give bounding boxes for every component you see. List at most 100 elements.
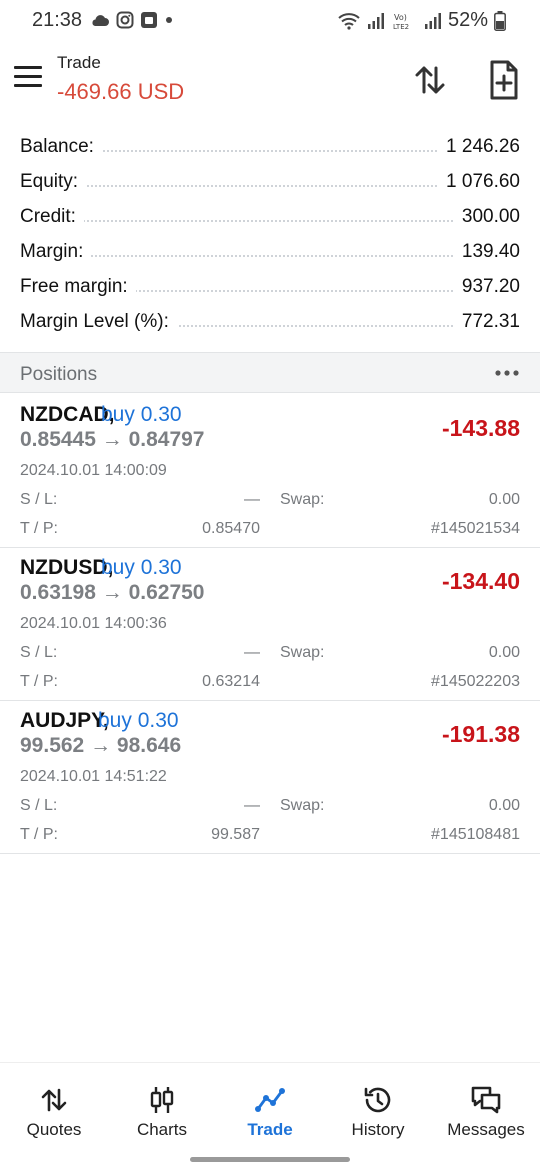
status-time: 21:38 [32,9,83,31]
candlestick-icon [150,1087,174,1113]
gesture-handle[interactable] [190,1157,350,1162]
nav-label: Quotes [26,1120,82,1139]
tp-label: T / P: [20,520,58,537]
signal-icon [367,12,384,29]
trade-line-icon [255,1088,285,1112]
position-type: buy 0.30 [101,556,182,579]
position-row[interactable]: NZDCAD, buy 0.30 0.85445 → 0.84797 -143.… [0,394,540,548]
nav-trade[interactable]: Trade [216,1063,324,1153]
sl-value: — [244,797,260,814]
sort-icon[interactable] [410,60,450,100]
ticket-number: #145108481 [431,826,520,843]
position-type: buy 0.30 [98,709,179,732]
tp-value: 0.85470 [202,520,260,537]
nav-label: Charts [136,1120,188,1139]
position-symbol: AUDJPY, [20,709,109,732]
position-profit: -191.38 [441,721,520,747]
trade-header: Trade -469.66 USD [0,42,540,120]
summary-label: Margin Level (%): [20,311,177,333]
nav-label: History [351,1120,405,1139]
menu-icon[interactable] [14,66,42,88]
svg-text:Vo): Vo) [394,13,407,22]
position-prices: 0.63198 → 0.62750 [20,581,205,604]
wifi-icon [338,12,360,30]
position-row[interactable]: AUDJPY, buy 0.30 99.562 → 98.646 -191.38… [0,700,540,854]
summary-row-balance: Balance: 1 246.26 [0,128,540,163]
sl-label: S / L: [20,797,58,814]
swap-label: Swap: [280,644,325,661]
position-symbol: NZDUSD, [20,556,114,579]
summary-label: Free margin: [20,276,136,298]
svg-text:LTE2: LTE2 [393,23,409,30]
messages-icon [471,1086,501,1114]
nav-label: Trade [247,1120,293,1139]
page-title: Trade [57,53,101,72]
position-open-time: 2024.10.01 14:51:22 [20,768,167,785]
swap-value: 0.00 [488,797,520,814]
sl-value: — [244,491,260,508]
tp-value: 99.587 [211,826,260,843]
status-bar: 21:38 Vo) LTE2 52% [0,0,540,42]
summary-value: 772.31 [453,311,520,333]
summary-value: 300.00 [453,206,520,228]
summary-label: Equity: [20,171,87,193]
status-icons-right: Vo) LTE2 52% [338,9,506,32]
app-icon [141,12,157,28]
tp-label: T / P: [20,673,58,690]
summary-row-free-margin: Free margin: 937.20 [0,268,540,303]
position-open-time: 2024.10.01 14:00:09 [20,462,167,479]
ticket-number: #145022203 [431,673,520,690]
position-row[interactable]: NZDUSD, buy 0.30 0.63198 → 0.62750 -134.… [0,547,540,701]
bottom-navigation: Quotes Charts Trade History Messages [0,1062,540,1152]
summary-row-margin: Margin: 139.40 [0,233,540,268]
more-options-icon[interactable] [494,365,520,381]
total-profit: -469.66 USD [57,79,185,104]
summary-row-equity: Equity: 1 076.60 [0,163,540,198]
dotted-leader [20,220,520,222]
positions-title: Positions [20,364,98,385]
gesture-area [0,1152,540,1170]
nav-messages[interactable]: Messages [432,1063,540,1153]
cloud-icon [92,15,109,26]
swap-value: 0.00 [488,644,520,661]
position-type: buy 0.30 [101,403,182,426]
status-icons-left [90,11,174,29]
volte-icon: Vo)LTE2 [393,13,409,30]
summary-value: 1 246.26 [438,136,520,158]
tp-value: 0.63214 [202,673,260,690]
nav-history[interactable]: History [324,1063,432,1153]
summary-value: 1 076.60 [438,171,520,193]
nav-quotes[interactable]: Quotes [0,1063,108,1153]
nav-charts[interactable]: Charts [108,1063,216,1153]
dotted-leader [20,255,520,257]
history-clock-icon [364,1087,391,1113]
account-summary: Balance: 1 246.26 Equity: 1 076.60 Credi… [0,128,540,338]
sl-label: S / L: [20,491,58,508]
new-order-icon[interactable] [484,58,524,102]
summary-value: 139.40 [453,241,520,263]
sl-label: S / L: [20,644,58,661]
battery-percent: 52% [447,9,488,31]
summary-value: 937.20 [453,276,520,298]
position-profit: -134.40 [441,568,520,594]
position-prices: 99.562 → 98.646 [20,734,182,757]
summary-label: Balance: [20,136,102,158]
battery-icon [494,10,506,31]
nav-label: Messages [447,1120,525,1139]
swap-value: 0.00 [488,491,520,508]
swap-label: Swap: [280,797,325,814]
swap-label: Swap: [280,491,325,508]
quotes-arrows-icon [41,1088,67,1112]
ticket-number: #145021534 [431,520,520,537]
summary-label: Credit: [20,206,84,228]
tp-label: T / P: [20,826,58,843]
dot-icon [166,17,172,23]
instagram-icon [116,11,134,29]
sl-value: — [244,644,260,661]
position-open-time: 2024.10.01 14:00:36 [20,615,167,632]
summary-row-credit: Credit: 300.00 [0,198,540,233]
positions-section-header: Positions [0,352,540,393]
position-prices: 0.85445 → 0.84797 [20,428,205,451]
summary-row-margin-level: Margin Level (%): 772.31 [0,303,540,338]
summary-label: Margin: [20,241,92,263]
